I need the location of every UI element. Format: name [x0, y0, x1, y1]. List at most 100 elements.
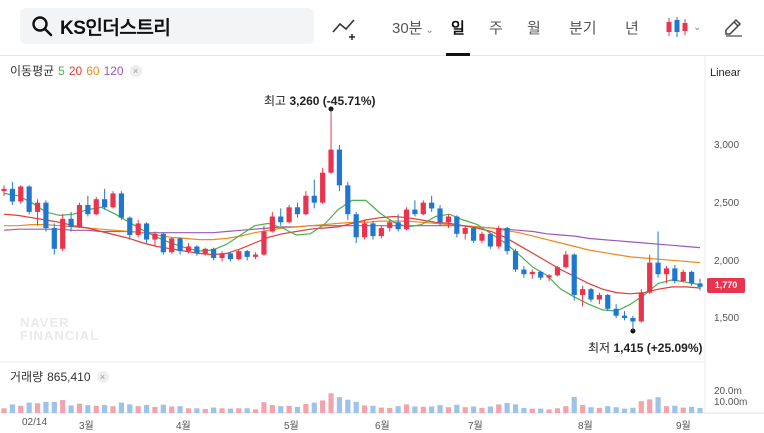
candle-body — [85, 204, 91, 215]
candle-body — [378, 228, 384, 237]
candle-body — [269, 216, 275, 232]
volume-label: 거래량 — [10, 370, 44, 384]
x-tick-label: 02/14 — [22, 417, 48, 428]
candle-body — [387, 222, 393, 229]
volume-bar — [697, 407, 703, 413]
candle-body — [647, 262, 653, 293]
candle-body — [185, 246, 192, 252]
volume-bar — [34, 403, 41, 413]
candle-body — [169, 238, 175, 253]
volume-bar — [487, 406, 493, 413]
volume-bar — [269, 405, 275, 413]
volume-bar — [580, 405, 586, 413]
candle-body — [43, 202, 49, 229]
candle-body — [429, 202, 435, 209]
candle-body — [26, 186, 32, 212]
candle-body — [51, 228, 57, 249]
volume-bar — [328, 393, 334, 413]
candle-body — [278, 216, 284, 223]
volume-bar — [521, 407, 527, 413]
volume-bar — [127, 404, 133, 413]
ma60-line — [4, 220, 701, 264]
candle-body — [680, 271, 686, 282]
volume-bar — [538, 408, 544, 413]
candle-body — [252, 254, 259, 257]
x-tick-label: 7월 — [468, 421, 483, 432]
candle-body — [76, 204, 83, 227]
volume-bar — [429, 406, 435, 413]
volume-bar — [202, 409, 208, 413]
volume-bar — [85, 405, 91, 413]
volume-bar — [596, 407, 602, 413]
candle-body — [102, 199, 108, 208]
y-tick-label: 3,000 — [714, 140, 740, 151]
candle-body — [345, 185, 351, 215]
candle-body — [596, 294, 602, 300]
candle-body — [311, 195, 317, 203]
candle-body — [211, 248, 217, 259]
volume-bar — [286, 405, 292, 413]
volume-bar — [311, 402, 317, 413]
high-label: 최고 — [264, 94, 287, 108]
volume-bar — [420, 406, 426, 413]
candle-body — [613, 308, 619, 316]
volume-bar — [236, 408, 242, 413]
close-icon[interactable]: × — [96, 370, 109, 383]
volume-bar — [152, 406, 158, 413]
y-tick-label: 2,500 — [714, 198, 740, 209]
candle-body — [454, 216, 460, 234]
volume-bar — [403, 404, 410, 413]
volume-bar — [588, 407, 594, 413]
x-tick-label: 8월 — [578, 421, 593, 432]
volume-bar — [412, 406, 418, 413]
low-label: 최저 — [588, 341, 611, 355]
volume-bar — [18, 405, 24, 413]
candle-body — [353, 214, 359, 238]
volume-bar — [194, 408, 200, 413]
volume-bar — [638, 401, 644, 413]
volume-bar — [605, 406, 611, 413]
volume-bar — [244, 408, 250, 413]
x-tick-label: 5월 — [284, 421, 299, 432]
candle-body — [294, 207, 301, 215]
volume-bar — [278, 406, 284, 413]
naver-financial-watermark: NAVER FINANCIAL — [20, 316, 99, 342]
volume-bar — [613, 407, 619, 413]
candle-body — [563, 254, 569, 268]
candle-body — [60, 218, 66, 249]
candle-body — [621, 315, 628, 318]
volume-bar — [68, 405, 74, 413]
volume-bar — [252, 409, 259, 413]
volume-bar — [672, 405, 678, 413]
candle-body — [244, 251, 250, 257]
watermark-line: FINANCIAL — [20, 328, 100, 343]
candle-body — [529, 271, 535, 275]
candle-body — [135, 223, 141, 235]
volume-bar — [445, 407, 452, 413]
volume-bars — [1, 393, 703, 413]
candle-body — [152, 233, 158, 240]
candle-body — [143, 223, 150, 240]
candle-body — [9, 188, 15, 202]
candle-body — [194, 246, 200, 254]
candle-body — [638, 292, 644, 322]
volume-bar — [9, 404, 15, 413]
candle-body — [110, 193, 116, 208]
candle-body — [504, 228, 510, 252]
candle-body — [403, 209, 410, 230]
candle-body — [512, 251, 519, 270]
volume-bar — [647, 399, 653, 413]
volume-bar — [185, 408, 192, 413]
x-tick-label: 6월 — [375, 421, 390, 432]
volume-bar — [479, 407, 485, 413]
price-chart[interactable] — [0, 0, 764, 433]
candle-body — [496, 228, 502, 247]
high-value: 3,260 (-45.71%) — [289, 94, 376, 108]
candle-body — [588, 289, 594, 300]
volume-bar — [102, 405, 108, 413]
candle-body — [546, 275, 552, 278]
ma120-line — [3, 225, 701, 249]
candle-body — [487, 233, 493, 247]
candle-body — [227, 253, 234, 260]
candle-body — [286, 207, 292, 223]
